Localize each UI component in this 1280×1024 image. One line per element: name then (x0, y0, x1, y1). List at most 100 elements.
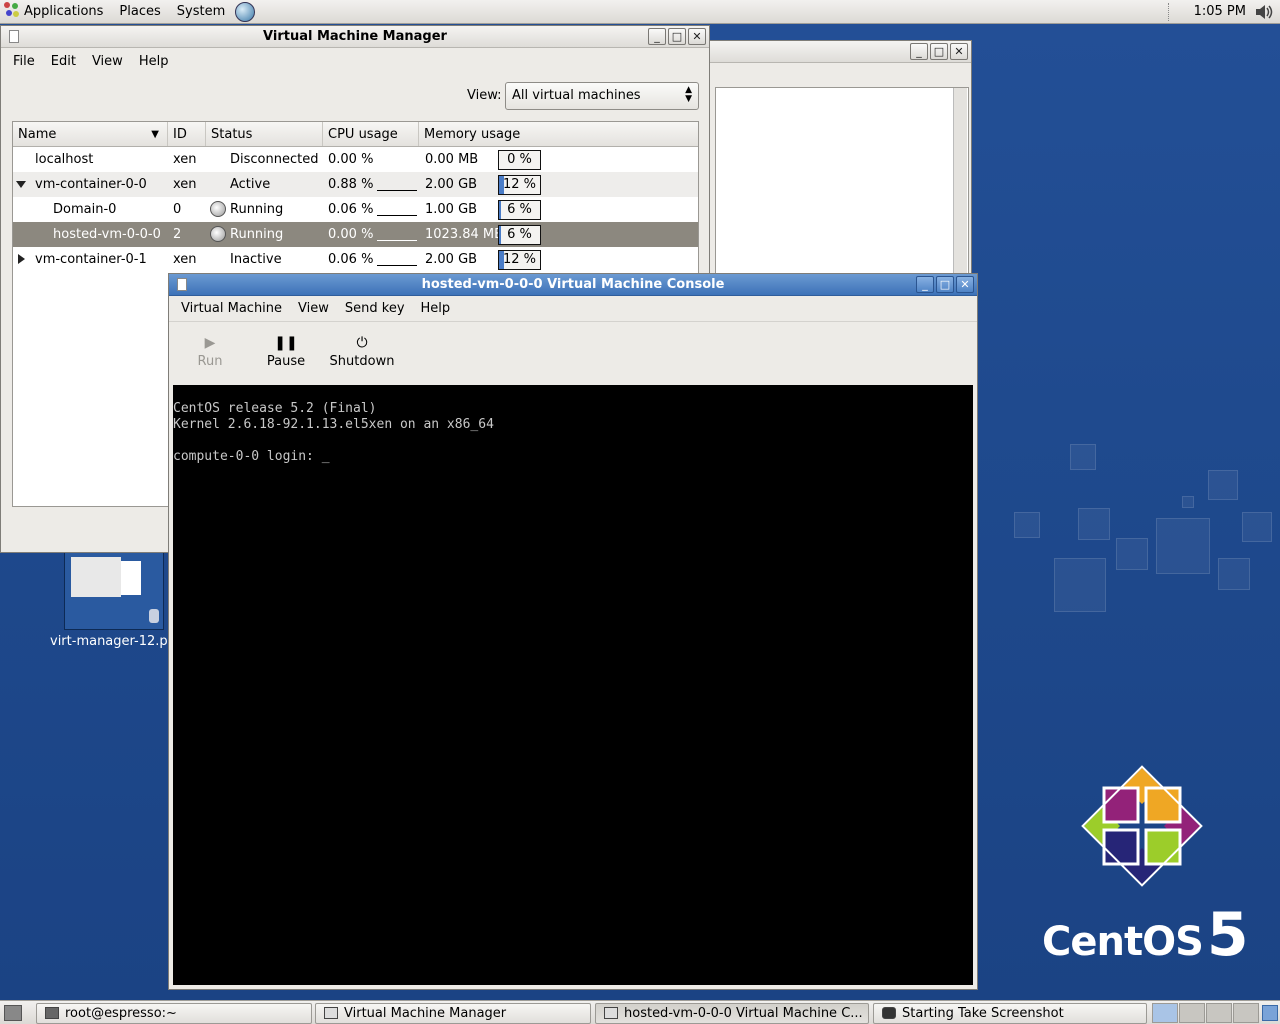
trash-icon[interactable] (1262, 1005, 1278, 1021)
vm-status: Running (230, 227, 284, 242)
running-status-icon (210, 226, 226, 242)
places-menu[interactable]: Places (111, 0, 168, 24)
expander-closed-icon[interactable] (18, 254, 25, 264)
memory-fill (499, 226, 501, 244)
workspace-4[interactable] (1233, 1003, 1259, 1023)
workspace-2[interactable] (1179, 1003, 1205, 1023)
memory-percent: 6 % (507, 227, 532, 242)
vm-status: Inactive (230, 252, 282, 267)
task-terminal[interactable]: root@espresso:~ (36, 1003, 312, 1024)
vm-id: xen (173, 252, 197, 267)
column-cpu[interactable]: CPU usage (323, 122, 419, 146)
minimize-button[interactable]: _ (648, 28, 666, 45)
vm-status-cell: Inactive (206, 247, 323, 272)
vmm-title: Virtual Machine Manager (263, 29, 447, 44)
task-console[interactable]: hosted-vm-0-0-0 Virtual Machine C... (595, 1003, 869, 1024)
system-menu[interactable]: System (169, 0, 233, 24)
vm-status-cell: Disconnected (206, 147, 323, 172)
vm-memory: 2.00 GB (425, 177, 478, 192)
table-row[interactable]: vm-container-0-1 xen Inactive 0.06 % 2.00 GB… (13, 247, 698, 272)
column-id[interactable]: ID (168, 122, 206, 146)
task-screenshot[interactable]: Starting Take Screenshot (873, 1003, 1147, 1024)
maximize-button[interactable]: □ (936, 276, 954, 293)
memory-fill (499, 201, 501, 219)
run-button[interactable]: ▶ Run (175, 332, 245, 369)
vm-cpu-cell: 0.00 % (323, 147, 419, 172)
menu-help[interactable]: Help (131, 54, 177, 69)
vm-cpu-cell: 0.00 % (323, 222, 419, 247)
table-header: Name ▼ ID Status CPU usage Memory usage (13, 122, 698, 147)
shutdown-button[interactable]: ⏻ Shutdown (327, 332, 397, 369)
expander-open-icon[interactable] (16, 181, 26, 188)
memory-usage-bar: 12 % (498, 250, 541, 270)
menu-edit[interactable]: Edit (43, 54, 84, 69)
menu-send-key[interactable]: Send key (337, 301, 413, 316)
console-line: Kernel 2.6.18-92.1.13.el5xen on an x86_6… (173, 417, 494, 432)
desktop-screenshot-file-icon[interactable] (64, 550, 164, 630)
memory-percent: 0 % (507, 152, 532, 167)
column-status[interactable]: Status (206, 122, 323, 146)
vm-cpu: 0.06 % (328, 252, 374, 267)
vm-status-cell: Active (206, 172, 323, 197)
workspace-3[interactable] (1206, 1003, 1232, 1023)
menu-view[interactable]: View (290, 301, 337, 316)
table-row[interactable]: localhost xen Disconnected 0.00 % 0.00 MB 0 % (13, 147, 698, 172)
vm-memory-cell: 1.00 GB 6 % (419, 197, 698, 222)
desktop-icon-label: virt-manager-12.pi (50, 634, 172, 649)
camera-icon (882, 1007, 896, 1019)
vm-status-cell: Running (206, 197, 323, 222)
menu-file[interactable]: File (5, 54, 43, 69)
minimize-button[interactable]: _ (916, 276, 934, 293)
vm-cpu: 0.06 % (328, 202, 374, 217)
memory-usage-bar: 0 % (498, 150, 541, 170)
menu-help[interactable]: Help (413, 301, 459, 316)
memory-usage-bar: 12 % (498, 175, 541, 195)
column-memory[interactable]: Memory usage (419, 122, 698, 146)
console-window[interactable]: hosted-vm-0-0-0 Virtual Machine Console … (168, 273, 978, 990)
vm-console-display[interactable]: CentOS release 5.2 (Final) Kernel 2.6.18-… (173, 385, 973, 985)
maximize-button[interactable]: □ (668, 28, 686, 45)
menu-virtual-machine[interactable]: Virtual Machine (173, 301, 290, 316)
vm-name: vm-container-0-0 (35, 177, 147, 192)
table-row[interactable]: Domain-0 0 Running 0.06 % 1.00 GB 6 % (13, 197, 698, 222)
vm-memory: 0.00 MB (425, 152, 479, 167)
clock[interactable]: 1:05 PM (1194, 0, 1246, 24)
minimize-button[interactable]: _ (910, 43, 928, 60)
table-row[interactable]: hosted-vm-0-0-0 2 Running 0.00 % 1023.84 MB 6… (13, 222, 698, 247)
menu-view[interactable]: View (84, 54, 131, 69)
bottom-panel: root@espresso:~ Virtual Machine Manager … (0, 1000, 1280, 1024)
task-vmm[interactable]: Virtual Machine Manager (315, 1003, 591, 1024)
memory-usage-bar: 6 % (498, 200, 541, 220)
cpu-sparkline (377, 240, 417, 241)
close-button[interactable]: ✕ (950, 43, 968, 60)
workspace-1[interactable] (1152, 1003, 1178, 1023)
vm-cpu-cell: 0.88 % (323, 172, 419, 197)
vm-cpu: 0.00 % (328, 227, 374, 242)
scrollbar[interactable] (953, 88, 967, 282)
maximize-button[interactable]: □ (930, 43, 948, 60)
vm-cpu-cell: 0.06 % (323, 247, 419, 272)
vmm-menubar: File Edit View Help (1, 48, 709, 74)
memory-usage-bar: 6 % (498, 225, 541, 245)
table-row[interactable]: vm-container-0-0 xen Active 0.88 % 2.00 GB 12… (13, 172, 698, 197)
column-name[interactable]: Name ▼ (13, 122, 168, 146)
vm-memory-cell: 1023.84 MB 6 % (419, 222, 698, 247)
pause-button[interactable]: ❚❚ Pause (251, 332, 321, 369)
applications-menu[interactable]: Applications (0, 0, 111, 24)
top-panel: Applications Places System 1:05 PM (0, 0, 1280, 24)
volume-icon[interactable] (1254, 4, 1274, 20)
memory-percent: 6 % (507, 202, 532, 217)
show-desktop-icon[interactable] (4, 1005, 22, 1021)
vm-status: Active (230, 177, 271, 192)
view-select[interactable]: All virtual machines ▲ ▼ (505, 82, 699, 110)
background-window[interactable]: _ □ ✕ (700, 40, 972, 283)
vm-cpu: 0.00 % (328, 152, 374, 167)
close-button[interactable]: ✕ (688, 28, 706, 45)
run-label: Run (197, 354, 223, 369)
network-globe-icon[interactable] (235, 1, 256, 22)
vm-memory-cell: 0.00 MB 0 % (419, 147, 698, 172)
shutdown-label: Shutdown (329, 354, 395, 369)
vm-memory-cell: 2.00 GB 12 % (419, 172, 698, 197)
close-button[interactable]: ✕ (956, 276, 974, 293)
cpu-sparkline (377, 265, 417, 266)
